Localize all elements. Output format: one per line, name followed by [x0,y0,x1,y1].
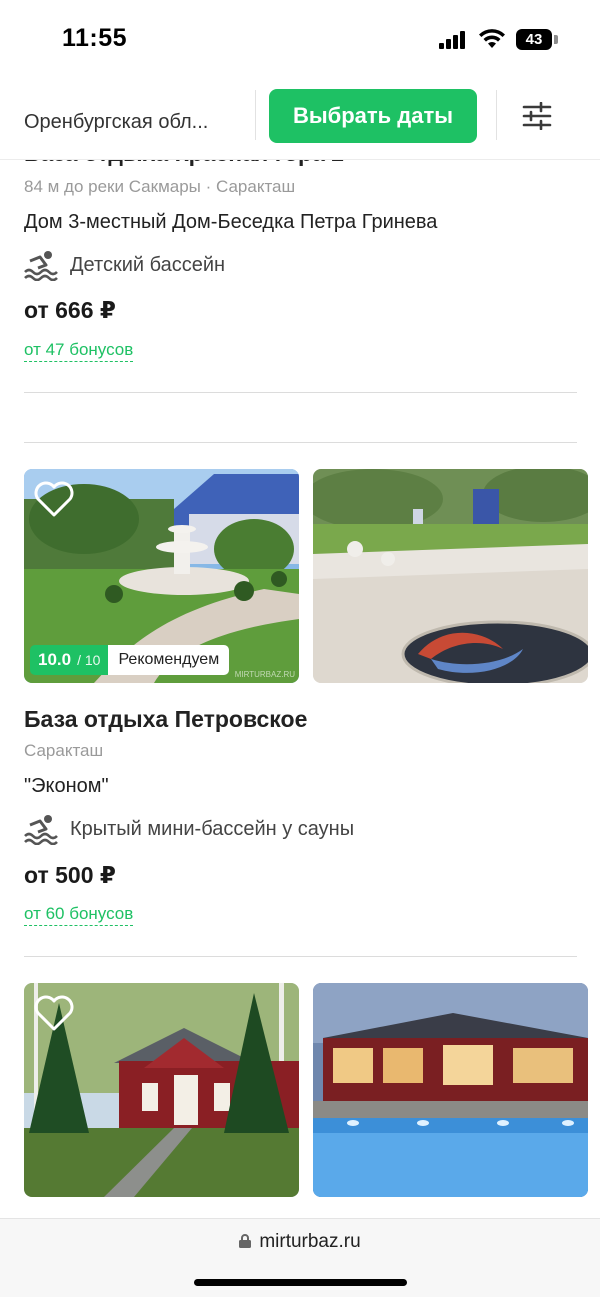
divider [496,90,497,140]
listing-location: Саракташ [24,741,104,760]
listing-location: 84 м до реки Сакмары · Саракташ [24,177,296,196]
divider [255,90,256,140]
divider [24,956,577,957]
listing-title[interactable]: База отдыха Петровское [24,706,307,733]
listing-photo[interactable]: 10.0 / 10 Рекомендуем MIRTURBAZ.RU [24,469,299,683]
listing-photo[interactable] [313,983,588,1197]
room-name[interactable]: Дом 3-местный Дом-Беседка Петра Гринева [24,211,437,234]
url-bar[interactable]: mirturbaz.ru [0,1231,600,1253]
status-time: 11:55 [62,24,128,52]
home-indicator[interactable] [194,1279,407,1286]
battery-icon: 43 [516,29,552,50]
rating-value: 10.0 [38,650,72,669]
amenity: Детский бассейн [24,247,225,283]
price: от 666 ₽ [24,297,116,323]
amenity: Крытый мини-бассейн у сауны [24,811,354,847]
swimming-icon [24,815,58,845]
rating-max: / 10 [77,652,101,668]
photo-pool-evening [313,983,588,1197]
divider [24,392,577,393]
wifi-icon [479,29,505,48]
browser-bar: mirturbaz.ru [0,1218,600,1297]
battery-tip [554,35,558,44]
rating-label: Рекомендуем [108,645,230,675]
url-text: mirturbaz.ru [259,1231,361,1252]
listing-photo[interactable] [313,469,588,683]
filter-bar: Оренбургская обл... Выбрать даты [0,80,600,160]
room-name[interactable]: "Эконом" [24,775,109,798]
filters-icon [522,102,552,130]
bonus-link[interactable]: от 47 бонусов [24,340,134,362]
listing-photo[interactable] [24,983,299,1197]
heart-icon[interactable] [34,481,74,517]
rating-score: 10.0 / 10 [30,645,109,675]
region-select[interactable]: Оренбургская обл... [24,102,236,142]
divider [24,442,577,443]
status-bar: 11:55 43 [0,0,600,80]
amenity-text: Крытый мини-бассейн у сауны [70,817,355,840]
heart-icon[interactable] [34,995,74,1031]
watermark: MIRTURBAZ.RU [234,670,295,679]
price: от 500 ₽ [24,862,116,888]
signal-icon [439,31,467,49]
swimming-icon [24,251,58,281]
amenity-text: Детский бассейн [70,253,226,276]
rating-badge: 10.0 / 10 Рекомендуем [30,645,230,675]
photo-mosaic-plaza [313,469,588,683]
bonus-link[interactable]: от 60 бонусов [24,904,134,926]
filters-button[interactable] [512,94,562,138]
select-dates-button[interactable]: Выбрать даты [269,89,477,143]
lock-icon [239,1234,252,1248]
